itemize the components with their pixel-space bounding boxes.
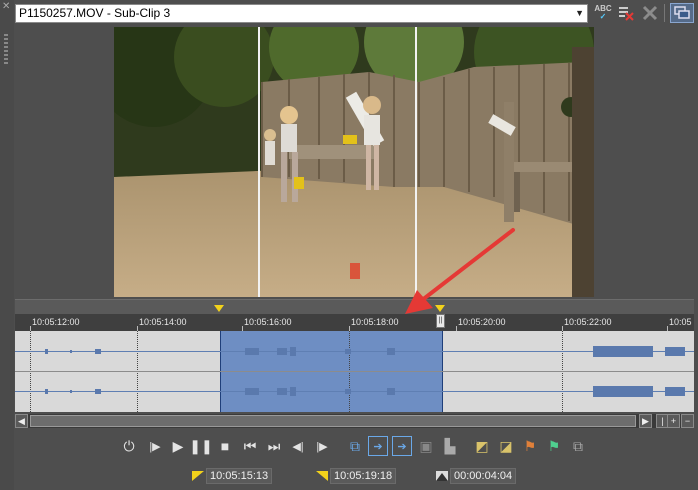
out-point-icon: [316, 471, 328, 481]
scroll-thumb[interactable]: [30, 415, 636, 427]
previous-frame-button[interactable]: ◀|: [288, 436, 308, 456]
spellcheck-mark: ✓: [599, 12, 607, 21]
previous-frame-icon: ◀|: [292, 440, 304, 453]
duration-icon: [436, 471, 448, 481]
toolbar-separator: [664, 4, 665, 22]
pause-icon: ❚❚: [189, 437, 213, 454]
ruler-tick-label: 10:05:16:00: [244, 317, 292, 327]
annotation-arrow: [405, 228, 515, 314]
audio-waveform-area[interactable]: [15, 331, 694, 412]
clip-selector-value: P1150257.MOV - Sub-Clip 3: [19, 6, 171, 20]
insert-marker-icon: ⚑: [523, 437, 537, 454]
region-in-button[interactable]: ◩: [472, 436, 492, 456]
next-frame-icon: |▶: [316, 440, 328, 453]
close-icon[interactable]: ✕: [2, 1, 12, 13]
mark-out-button[interactable]: ➔: [392, 436, 412, 456]
add-marker-button[interactable]: ▣: [416, 436, 436, 456]
play-from-start-icon: |▶: [149, 440, 161, 453]
clip-selector-dropdown[interactable]: P1150257.MOV - Sub-Clip 3 ▼: [15, 4, 588, 23]
create-subclip-button[interactable]: ⧉: [345, 436, 365, 456]
scroll-left-button[interactable]: ◀: [15, 414, 28, 428]
add-marker-icon: ▣: [419, 437, 433, 454]
insert-region-icon: ⚑: [547, 437, 561, 454]
timeline-scrollbar[interactable]: ◀ ▶ | + −: [15, 414, 694, 428]
zoom-out-button[interactable]: −: [681, 414, 694, 428]
go-to-end-icon: ⏭: [267, 437, 281, 454]
clear-markers-icon[interactable]: [616, 3, 636, 23]
play-icon: ▶: [172, 437, 184, 454]
next-frame-button[interactable]: |▶: [312, 436, 332, 456]
clear-selection-icon: ▙: [444, 437, 456, 454]
mark-in-button[interactable]: ➔: [368, 436, 388, 456]
region-out-icon: ◪: [499, 437, 513, 454]
stop-button[interactable]: ■: [215, 436, 235, 456]
go-to-start-icon: ⏮: [243, 437, 257, 454]
duration-time: 00:00:04:04: [450, 468, 517, 484]
play-button[interactable]: ▶: [168, 436, 188, 456]
loop-button[interactable]: ⏻: [119, 436, 139, 456]
insert-marker-button[interactable]: ⚑: [520, 436, 540, 456]
ruler-tick-label: 10:05:14:00: [139, 317, 187, 327]
go-to-end-button[interactable]: ⏭: [264, 436, 284, 456]
chevron-down-icon: ▼: [575, 8, 584, 18]
ruler-tick-label: 10:05:18:00: [351, 317, 399, 327]
clear-selection-button[interactable]: ▙: [440, 436, 460, 456]
scroll-right-button[interactable]: ▶: [639, 414, 652, 428]
waveform-peaks: [45, 346, 685, 397]
spellcheck-icon[interactable]: ABC ✓: [593, 3, 613, 23]
out-point-time[interactable]: 10:05:19:18: [330, 468, 397, 484]
ruler-tick-label: 10:05: [669, 317, 692, 327]
loop-icon: ⏻: [123, 437, 135, 454]
in-point-time[interactable]: 10:05:15:13: [206, 468, 273, 484]
ruler-tick-label: 10:05:22:00: [564, 317, 612, 327]
dock-grip-handle[interactable]: [4, 34, 8, 64]
go-to-start-button[interactable]: ⏮: [240, 436, 260, 456]
delete-icon[interactable]: [640, 3, 660, 23]
left-dock-strip: [0, 0, 14, 490]
timeline-ruler[interactable]: 10:05:12:00 10:05:14:00 10:05:16:00 10:0…: [15, 314, 694, 331]
mark-in-icon: ➔: [373, 440, 383, 453]
region-in-icon: ◩: [475, 437, 489, 454]
region-out-button[interactable]: ◪: [496, 436, 516, 456]
timeline-overview-bar[interactable]: [15, 299, 694, 314]
in-point-marker[interactable]: [214, 305, 224, 312]
pause-button[interactable]: ❚❚: [189, 436, 213, 456]
play-from-start-button[interactable]: |▶: [145, 436, 165, 456]
insert-region-button[interactable]: ⚑: [544, 436, 564, 456]
external-monitor-icon[interactable]: [670, 3, 694, 23]
create-subclip-icon: ⧉: [350, 437, 360, 454]
in-point-icon: [192, 471, 204, 481]
zoom-in-button[interactable]: +: [667, 414, 680, 428]
snapshot-icon: ⧉: [573, 437, 583, 454]
stop-icon: ■: [220, 438, 230, 454]
snapshot-button[interactable]: ⧉: [568, 436, 588, 456]
mark-out-icon: ➔: [397, 440, 407, 453]
ruler-tick-label: 10:05:12:00: [32, 317, 80, 327]
